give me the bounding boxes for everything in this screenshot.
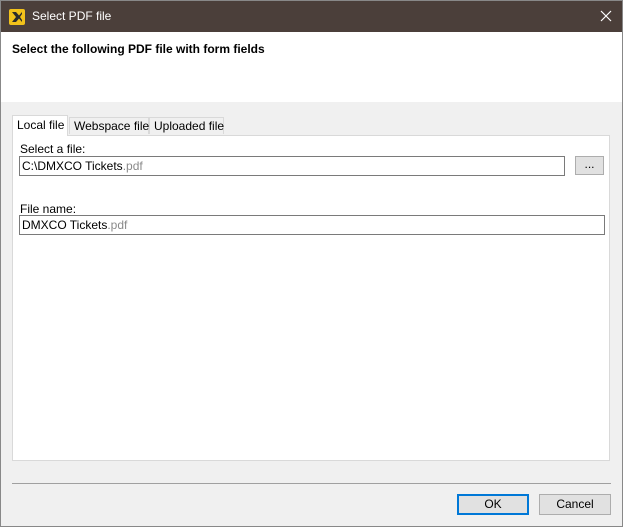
file-name-value: DMXCO Tickets	[22, 218, 108, 232]
close-icon	[600, 10, 612, 22]
select-file-value: C:\DMXCO Tickets	[22, 159, 123, 173]
tab-uploaded-file[interactable]: Uploaded file	[149, 117, 224, 134]
select-file-extension: .pdf	[122, 159, 143, 173]
file-name-input[interactable]: DMXCO Tickets.pdf	[19, 215, 605, 235]
window-title: Select PDF file	[32, 9, 112, 23]
dialog-header: Select the following PDF file with form …	[1, 32, 622, 102]
tab-webspace-file[interactable]: Webspace file	[69, 117, 149, 134]
select-pdf-dialog: Select PDF file Select the following PDF…	[0, 0, 623, 527]
file-name-extension: .pdf	[107, 218, 128, 232]
tab-local-file[interactable]: Local file	[12, 115, 68, 136]
app-logo-icon	[9, 9, 25, 25]
close-button[interactable]	[590, 1, 622, 32]
cancel-button[interactable]: Cancel	[539, 494, 611, 515]
select-file-input[interactable]: C:\DMXCO Tickets.pdf	[19, 156, 565, 176]
select-file-label: Select a file:	[20, 142, 86, 156]
footer-divider	[12, 483, 611, 484]
title-bar[interactable]: Select PDF file	[1, 1, 622, 32]
file-name-label: File name:	[20, 202, 77, 216]
header-title: Select the following PDF file with form …	[12, 42, 265, 56]
local-file-panel: Select a file: C:\DMXCO Tickets.pdf ... …	[12, 135, 610, 461]
ok-button[interactable]: OK	[457, 494, 529, 515]
browse-button[interactable]: ...	[575, 156, 604, 175]
